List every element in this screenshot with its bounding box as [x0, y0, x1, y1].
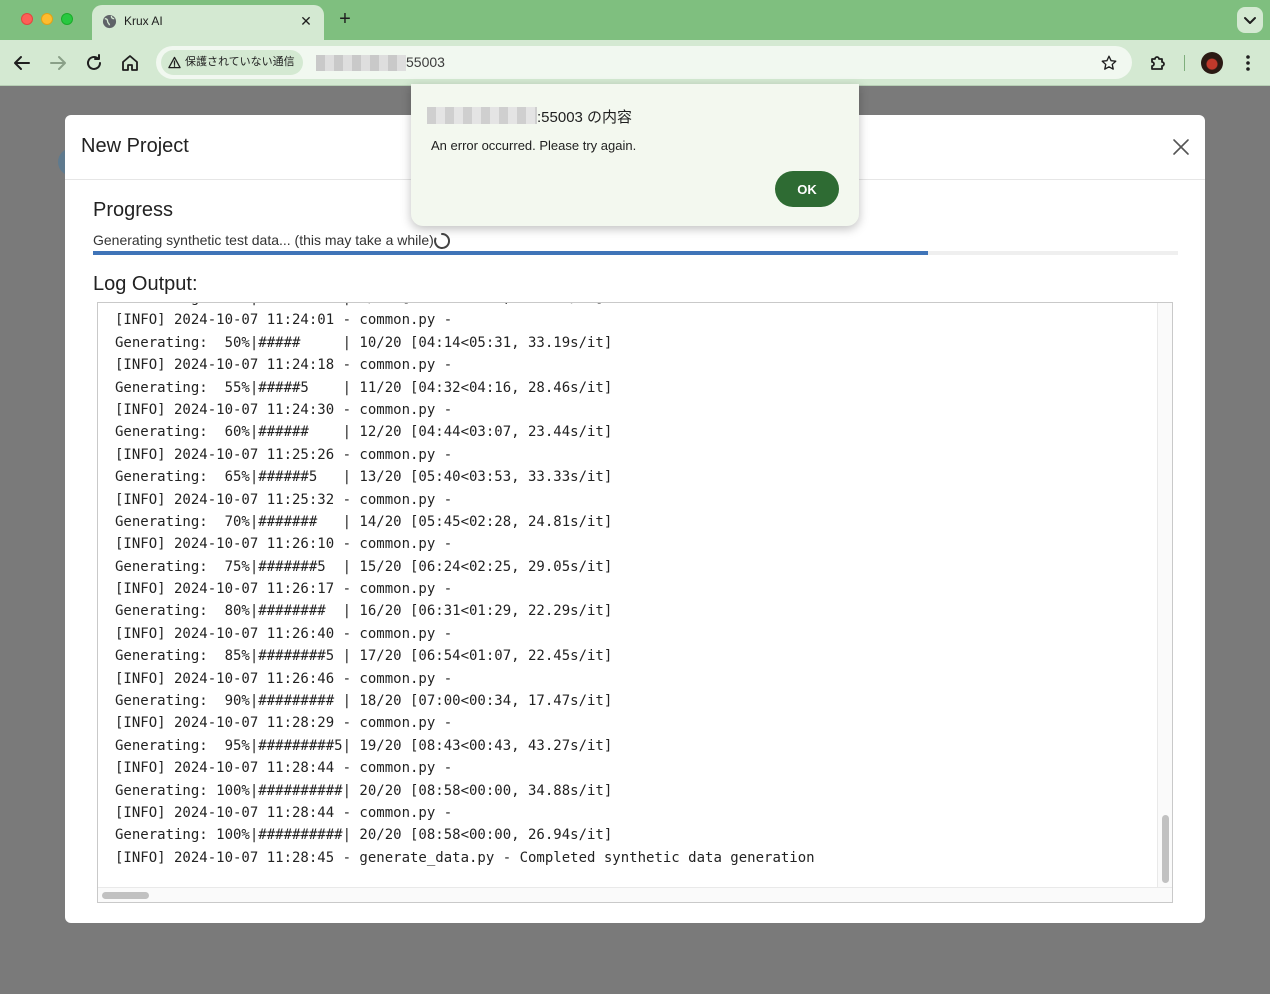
- log-line: Generating: 85%|########5 | 17/20 [06:54…: [115, 648, 613, 665]
- log-line: [INFO] 2024-10-07 11:24:18 - common.py -: [115, 357, 453, 374]
- ok-button[interactable]: OK: [775, 171, 839, 207]
- reload-icon[interactable]: [82, 51, 106, 75]
- new-tab-button[interactable]: +: [334, 8, 356, 30]
- log-line: [INFO] 2024-10-07 11:26:17 - common.py -: [115, 581, 453, 598]
- log-line: [INFO] 2024-10-07 11:28:45 - generate_da…: [115, 849, 815, 866]
- menu-icon[interactable]: [1236, 51, 1260, 75]
- browser-tabstrip: Krux AI ✕ +: [0, 0, 1270, 40]
- log-line: [INFO] 2024-10-07 11:25:26 - common.py -: [115, 446, 453, 463]
- log-line: [INFO] 2024-10-07 11:26:10 - common.py -: [115, 536, 453, 553]
- back-icon[interactable]: [10, 51, 34, 75]
- home-icon[interactable]: [118, 51, 142, 75]
- security-indicator[interactable]: 保護されていない通信: [161, 50, 303, 75]
- window-close-button[interactable]: [21, 13, 33, 25]
- log-line: [INFO] 2024-10-07 11:26:46 - common.py -: [115, 670, 453, 687]
- security-label: 保護されていない通信: [185, 56, 295, 68]
- log-line: Generating: 80%|######## | 16/20 [06:31<…: [115, 603, 613, 620]
- progress-bar: [93, 251, 1178, 255]
- progress-status: Generating synthetic test data... (this …: [93, 232, 434, 248]
- warning-icon: [168, 56, 181, 69]
- log-line: [INFO] 2024-10-07 11:25:32 - common.py -: [115, 491, 453, 508]
- browser-tab-active[interactable]: Krux AI ✕: [92, 5, 324, 40]
- log-line: Generating: 90%|######### | 18/20 [07:00…: [115, 693, 613, 710]
- progress-heading: Progress: [93, 199, 174, 221]
- log-vertical-scrollbar[interactable]: [1157, 303, 1172, 887]
- log-line: Generating: 60%|###### | 12/20 [04:44<03…: [115, 424, 613, 441]
- log-line: Generating: 100%|##########| 20/20 [08:5…: [115, 827, 613, 844]
- log-line: Generating: 45%|####5 | 9/20 [03:23<03:0…: [115, 303, 815, 309]
- toolbar-divider: [1184, 55, 1185, 71]
- tab-search-button[interactable]: [1237, 7, 1263, 33]
- alert-message: An error occurred. Please try again.: [431, 138, 637, 153]
- alert-title: :55003 の内容: [537, 109, 633, 126]
- log-line: Generating: 70%|####### | 14/20 [05:45<0…: [115, 513, 613, 530]
- log-line: Generating: 65%|######5 | 13/20 [05:40<0…: [115, 469, 613, 486]
- log-line: [INFO] 2024-10-07 11:28:29 - common.py -: [115, 715, 453, 732]
- log-line: [INFO] 2024-10-07 11:24:01 - common.py -: [115, 312, 453, 329]
- vertical-scroll-thumb[interactable]: [1162, 815, 1169, 883]
- browser-toolbar: 保護されていない通信 55003: [0, 40, 1270, 86]
- log-line: [INFO] 2024-10-07 11:26:40 - common.py -: [115, 625, 453, 642]
- address-bar[interactable]: 保護されていない通信 55003: [156, 46, 1132, 79]
- new-project-modal: New Project Progress Generating syntheti…: [65, 115, 1205, 923]
- horizontal-scroll-thumb[interactable]: [102, 892, 149, 899]
- log-line: [INFO] 2024-10-07 11:24:30 - common.py -: [115, 401, 453, 418]
- log-output[interactable]: Generating: 45%|####5 | 9/20 [03:23<03:0…: [97, 302, 1173, 903]
- tab-close-icon[interactable]: ✕: [296, 11, 316, 31]
- chevron-down-icon: [1244, 17, 1256, 24]
- log-line: Generating: 50%|##### | 10/20 [04:14<05:…: [115, 334, 613, 351]
- modal-title: New Project: [81, 135, 189, 157]
- extensions-icon[interactable]: [1146, 51, 1170, 75]
- log-lines: Generating: 45%|####5 | 9/20 [03:23<03:0…: [115, 303, 815, 869]
- profile-avatar[interactable]: [1201, 52, 1223, 74]
- star-icon[interactable]: [1100, 54, 1118, 72]
- log-line: Generating: 95%|#########5| 19/20 [08:43…: [115, 737, 613, 754]
- loading-spinner-icon: [434, 232, 451, 249]
- progress-bar-fill: [93, 251, 929, 255]
- log-heading: Log Output:: [93, 273, 198, 295]
- window-zoom-button[interactable]: [61, 13, 73, 25]
- forward-icon[interactable]: [46, 51, 70, 75]
- window-minimize-button[interactable]: [41, 13, 53, 25]
- tab-title: Krux AI: [124, 14, 163, 28]
- alert-dialog: :55003 の内容 An error occurred. Please try…: [411, 84, 859, 226]
- close-icon[interactable]: [1171, 137, 1191, 157]
- log-horizontal-scrollbar[interactable]: [98, 887, 1172, 902]
- log-line: Generating: 75%|#######5 | 15/20 [06:24<…: [115, 558, 613, 575]
- url-text[interactable]: 55003: [406, 54, 445, 70]
- url-redacted-host: [316, 55, 406, 71]
- log-line: Generating: 55%|#####5 | 11/20 [04:32<04…: [115, 379, 613, 396]
- globe-icon: [102, 14, 117, 29]
- alert-origin-redacted: [427, 107, 537, 124]
- log-line: Generating: 100%|##########| 20/20 [08:5…: [115, 782, 613, 799]
- log-line: [INFO] 2024-10-07 11:28:44 - common.py -: [115, 804, 453, 821]
- log-line: [INFO] 2024-10-07 11:28:44 - common.py -: [115, 760, 453, 777]
